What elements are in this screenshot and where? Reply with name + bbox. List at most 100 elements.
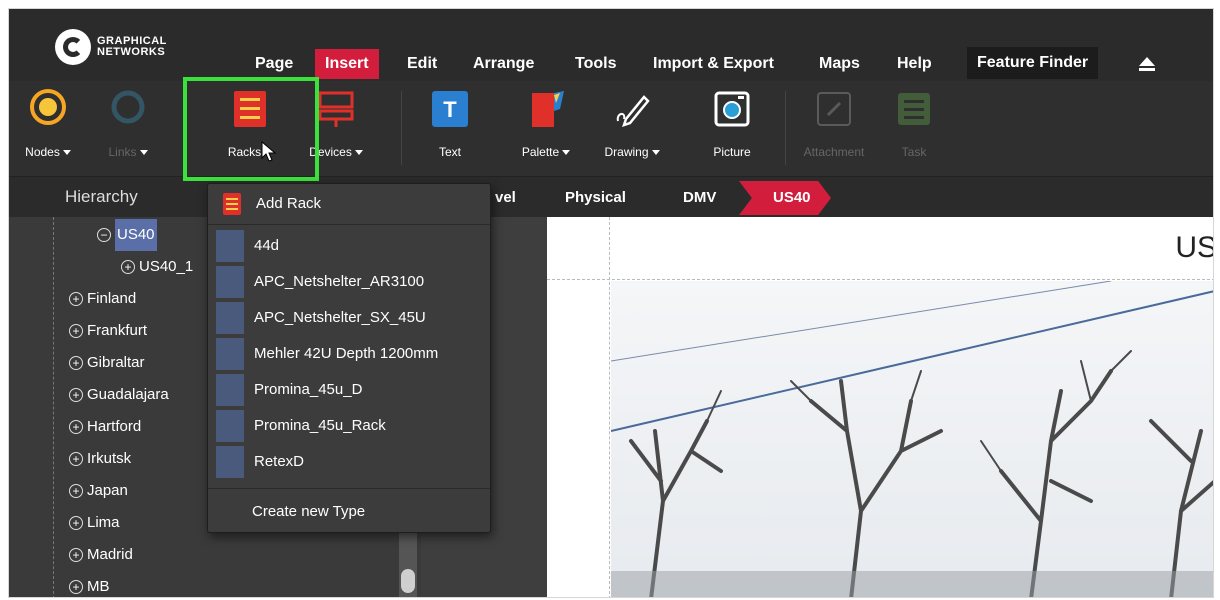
- breadcrumb-us40[interactable]: US40: [773, 189, 811, 206]
- tree-item-irkutsk[interactable]: + Irkutsk: [69, 443, 131, 475]
- rack-type-item[interactable]: RetexD: [216, 446, 304, 478]
- tree-item-label: MB: [87, 578, 110, 595]
- trees-photo-image: [611, 281, 1213, 597]
- attachment-icon: [817, 92, 851, 126]
- rack-type-swatch: [216, 338, 244, 370]
- collapse-icon[interactable]: −: [97, 228, 111, 242]
- site-photo[interactable]: [611, 281, 1213, 597]
- picture-tool[interactable]: Picture: [695, 89, 769, 171]
- task-icon: [898, 93, 930, 125]
- task-label: Task: [901, 145, 927, 159]
- add-rack-item[interactable]: Add Rack: [216, 188, 321, 220]
- palette-label: Palette: [521, 145, 560, 159]
- menu-import-export[interactable]: Import & Export: [643, 49, 784, 79]
- tree-item-label: US40_1: [139, 258, 194, 275]
- expand-icon[interactable]: +: [69, 452, 83, 466]
- tree-item-label: Japan: [87, 482, 128, 499]
- tree-item-label: Madrid: [87, 546, 133, 563]
- tree-item-label: Finland: [87, 290, 137, 307]
- rack-type-label: APC_Netshelter_SX_45U: [254, 309, 426, 326]
- canvas-title: US: [1175, 231, 1214, 264]
- breadcrumb-physical[interactable]: Physical: [565, 189, 626, 206]
- rack-type-swatch: [216, 446, 244, 478]
- chevron-down-icon: [562, 150, 571, 156]
- expand-icon[interactable]: +: [69, 292, 83, 306]
- tree-item-gibraltar[interactable]: + Gibraltar: [69, 347, 145, 379]
- expand-icon[interactable]: +: [69, 548, 83, 562]
- rack-type-label: APC_Netshelter_AR3100: [254, 273, 425, 290]
- expand-icon[interactable]: +: [69, 516, 83, 530]
- nodes-icon: [30, 89, 66, 125]
- tree-item-madrid[interactable]: + Madrid: [69, 539, 133, 571]
- tree-item-guadalajara[interactable]: + Guadalajara: [69, 379, 169, 411]
- feature-finder-button[interactable]: Feature Finder: [967, 47, 1099, 79]
- expand-icon[interactable]: +: [121, 260, 135, 274]
- tree-item-japan[interactable]: + Japan: [69, 475, 128, 507]
- menu-tools[interactable]: Tools: [565, 49, 626, 79]
- add-rack-label: Add Rack: [256, 195, 322, 212]
- rack-type-item[interactable]: 44d: [216, 230, 279, 262]
- chevron-down-icon: [62, 150, 71, 156]
- drawing-tool[interactable]: Drawing: [595, 89, 669, 171]
- menu-bar: GRAPHICAL NETWORKS Page Insert Edit Arra…: [9, 9, 1213, 81]
- palette-tool[interactable]: Palette: [509, 89, 583, 171]
- expand-icon[interactable]: +: [69, 324, 83, 338]
- menu-maps[interactable]: Maps: [809, 49, 870, 79]
- tree-item-hartford[interactable]: + Hartford: [69, 411, 141, 443]
- rack-type-swatch: [216, 302, 244, 334]
- logo-line-2: NETWORKS: [97, 46, 166, 58]
- rack-icon: [223, 193, 241, 215]
- rack-type-swatch: [216, 230, 244, 262]
- tree-item-label: Hartford: [87, 418, 142, 435]
- text-tool[interactable]: T Text: [413, 89, 487, 171]
- rack-type-item[interactable]: APC_Netshelter_AR3100: [216, 266, 424, 298]
- rack-type-swatch: [216, 410, 244, 442]
- create-new-type-item[interactable]: Create new Type: [252, 496, 365, 528]
- breadcrumb-level[interactable]: vel: [495, 189, 516, 206]
- breadcrumb-dmv[interactable]: DMV: [683, 189, 716, 206]
- rack-type-label: Promina_45u_Rack: [254, 417, 386, 434]
- tree-item-label: Guadalajara: [87, 386, 169, 403]
- picture-icon: [714, 91, 750, 127]
- logo-mark-icon: [55, 29, 91, 65]
- expand-icon[interactable]: +: [69, 580, 83, 594]
- text-icon: T: [432, 91, 468, 127]
- nodes-tool[interactable]: Nodes: [11, 89, 85, 171]
- hierarchy-title: Hierarchy: [65, 187, 138, 206]
- tree-item-frankfurt[interactable]: + Frankfurt: [69, 315, 147, 347]
- svg-text:T: T: [443, 97, 457, 122]
- chevron-down-icon: [651, 150, 660, 156]
- drawing-canvas[interactable]: US: [547, 217, 1214, 597]
- menu-arrange[interactable]: Arrange: [463, 49, 544, 79]
- task-tool: Task: [877, 89, 951, 171]
- links-tool: Links: [91, 89, 165, 171]
- menu-insert[interactable]: Insert: [315, 49, 379, 79]
- tree-item-us40-1[interactable]: + US40_1: [121, 251, 193, 283]
- tree-item-finland[interactable]: + Finland: [69, 283, 136, 315]
- expand-icon[interactable]: +: [69, 420, 83, 434]
- page-margin-guide: [609, 217, 610, 597]
- menu-edit[interactable]: Edit: [397, 49, 447, 79]
- pencil-icon: [616, 95, 650, 127]
- expand-icon[interactable]: +: [69, 484, 83, 498]
- menu-help[interactable]: Help: [887, 49, 942, 79]
- page-margin-guide: [547, 279, 1213, 280]
- eject-icon[interactable]: [1137, 54, 1157, 74]
- attachment-label: Attachment: [803, 145, 865, 159]
- picture-label: Picture: [713, 145, 751, 159]
- rack-type-item[interactable]: APC_Netshelter_SX_45U: [216, 302, 426, 334]
- expand-icon[interactable]: +: [69, 388, 83, 402]
- tree-item-mb[interactable]: + MB: [69, 571, 110, 597]
- rack-type-item[interactable]: Mehler 42U Depth 1200mm: [216, 338, 438, 370]
- menu-page[interactable]: Page: [245, 49, 303, 79]
- tree-item-us40[interactable]: − US40: [97, 219, 157, 251]
- expand-icon[interactable]: +: [69, 356, 83, 370]
- rack-type-swatch: [216, 374, 244, 406]
- rack-type-item[interactable]: Promina_45u_D: [216, 374, 362, 406]
- rack-type-item[interactable]: Promina_45u_Rack: [216, 410, 386, 442]
- scrollbar-thumb[interactable]: [401, 569, 415, 593]
- tree-item-lima[interactable]: + Lima: [69, 507, 120, 539]
- rack-type-label: Mehler 42U Depth 1200mm: [254, 345, 439, 362]
- chevron-down-icon: [139, 150, 148, 156]
- sub-bar: Hierarchy vel Physical DMV US40: [9, 177, 1213, 217]
